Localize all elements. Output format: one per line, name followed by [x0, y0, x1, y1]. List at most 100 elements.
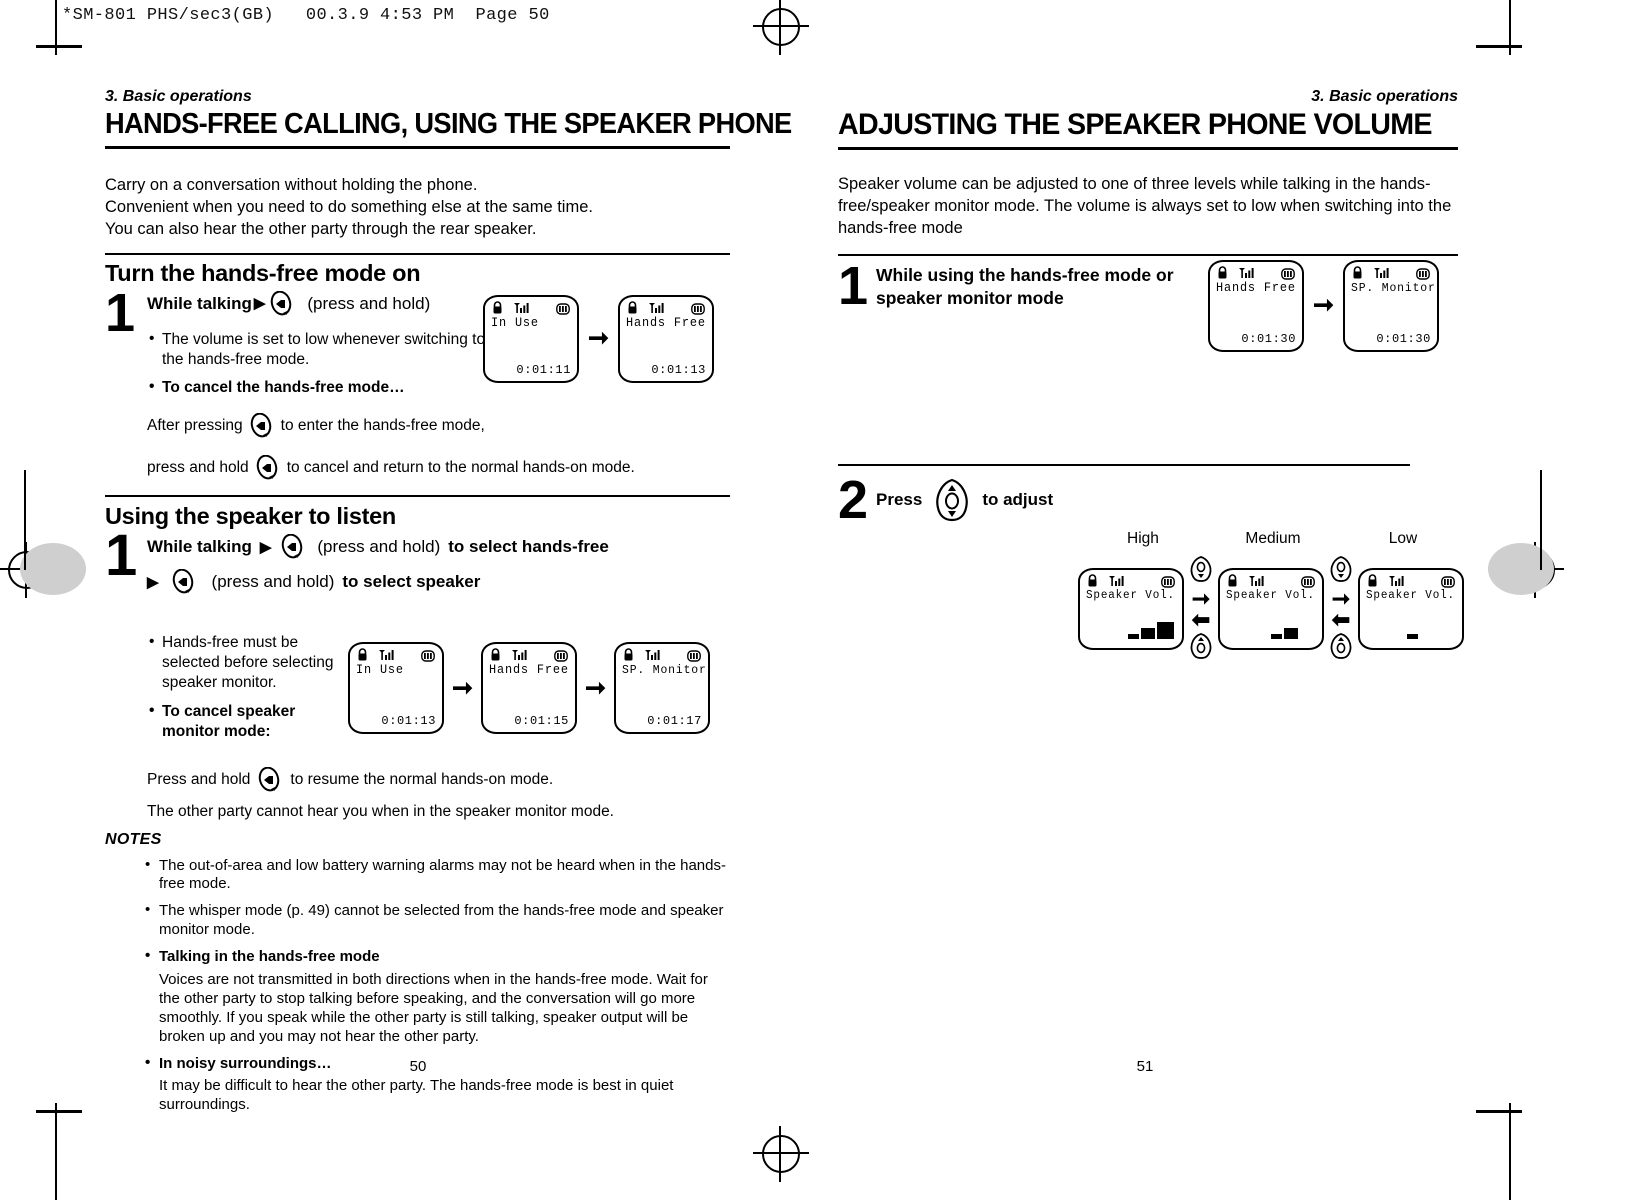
left-intro-line-3: You can also hear the other party throug… — [105, 219, 537, 238]
nav-key-down-icon — [1188, 633, 1214, 663]
arrow-right-icon: ➞ — [1313, 291, 1334, 320]
film-header-text: *SM-801 PHS/sec3(GB) 00.3.9 4:53 PM Page… — [62, 6, 550, 25]
page-tab-left — [20, 543, 86, 595]
nav-updown-arrows-2: ➞ ⬅ — [1328, 555, 1354, 663]
arrow-left-icon: ⬅ — [1331, 607, 1351, 633]
lcd-status-bar — [1086, 574, 1176, 589]
lock-icon — [1353, 266, 1362, 279]
right-title-rule — [838, 147, 1458, 150]
lcd-status-bar — [622, 648, 702, 662]
note-paragraph: It may be difficult to hear the other pa… — [159, 1077, 674, 1114]
lcd-status-bar — [356, 648, 436, 662]
arrow-left-icon: ⬅ — [1191, 607, 1211, 633]
right-step2-number: 2 — [838, 469, 869, 530]
lcd-mode-text: Speaker Vol. — [1086, 589, 1175, 603]
section1-bullet-2: To cancel the hands-free mode… — [147, 377, 497, 398]
lcd-mode-text: In Use — [356, 663, 404, 678]
right-page: 3. Basic operations ADJUSTING THE SPEAKE… — [838, 88, 1464, 659]
speaker-key-icon — [169, 568, 199, 595]
section1-cancel-line-a: After pressing to enter the hands-free m… — [147, 412, 730, 439]
section2-cancel-line: Press and hold to resume the normal hand… — [147, 767, 730, 793]
section1-step-number: 1 — [105, 282, 136, 343]
crop-mark-br-h — [1476, 1110, 1522, 1113]
nav-updown-arrows-1: ➞ ⬅ — [1188, 555, 1214, 663]
signal-icon — [649, 302, 665, 313]
section2-line2-end: to select speaker — [342, 572, 481, 592]
volume-label-low: Low — [1388, 529, 1418, 547]
lcd-status-bar — [489, 648, 569, 662]
signal-icon — [645, 650, 660, 661]
arrow-right-icon: ➞ — [1331, 585, 1351, 611]
right-intro-line-1: Speaker volume can be adjusted to one of… — [838, 175, 1431, 193]
registration-mark-top — [753, 0, 809, 55]
section1-press-hold-note: (press and hold) — [307, 293, 431, 313]
right-page-number: 51 — [1136, 1058, 1154, 1075]
section2-note-line: The other party cannot hear you when in … — [147, 803, 614, 821]
lcd-screen-volume: Speaker Vol. — [1358, 568, 1464, 651]
section2-cancel-start: Press and hold — [147, 771, 251, 789]
lcd-call-timer: 0:01:30 — [1241, 331, 1296, 346]
lcd-call-timer: 0:01:13 — [381, 714, 436, 729]
trim-line-right — [1509, 0, 1511, 55]
lcd-screen: Hands Free 0:01:15 — [480, 642, 577, 735]
note-paragraph: Voices are not transmitted in both direc… — [159, 971, 708, 1045]
lcd-mode-text: Speaker Vol. — [1366, 589, 1455, 603]
lcd-call-timer: 0:01:11 — [516, 362, 571, 377]
triangle-right-icon: ▶ — [147, 573, 159, 591]
right-intro-line-2: free/speaker monitor mode. The volume is… — [838, 196, 1452, 215]
signal-icon — [514, 302, 530, 313]
lcd-screen: In Use 0:01:13 — [348, 642, 444, 735]
lock-icon — [628, 301, 637, 314]
crop-mark-tl-h — [36, 45, 82, 48]
right-intro-rule — [838, 253, 1458, 256]
section1-cancel-line-a-end: to enter the hands-free mode, — [280, 417, 485, 435]
lcd-mode-text: In Use — [491, 315, 539, 330]
right-step1-number: 1 — [838, 255, 869, 316]
section2-line2-press-hold: (press and hold) — [211, 572, 335, 592]
speaker-key-icon — [278, 533, 308, 560]
section2-bullet-2: To cancel speaker monitor mode: — [147, 701, 335, 742]
lcd-call-timer: 0:01:30 — [1376, 331, 1431, 346]
left-title-rule — [105, 146, 730, 149]
left-intro: Carry on a conversation without holding … — [105, 175, 730, 241]
lcd-call-timer: 0:01:17 — [647, 714, 702, 729]
right-step-1: 1 While using the hands-free mode or spe… — [838, 255, 1458, 454]
speaker-key-icon — [267, 290, 297, 317]
right-intro-line-3: hands-free mode — [838, 218, 963, 237]
lcd-screen: SP. Monitor 0:01:17 — [613, 642, 710, 735]
lock-icon — [358, 648, 367, 661]
section1-screens: In Use 0:01:11 ➞ Hands Free 0:01:13 — [483, 294, 714, 383]
right-chapter-label: 3. Basic operations — [1311, 88, 1458, 105]
right-step2-label-press: Press — [876, 489, 923, 509]
left-intro-rule — [105, 252, 730, 255]
lock-icon — [1088, 574, 1097, 587]
section1-step-title-text: While talking — [147, 293, 252, 313]
trim-line-left — [55, 0, 57, 55]
lcd-mode-text: SP. Monitor — [621, 663, 707, 678]
notes-list: The out-of-area and low battery warning … — [105, 856, 730, 967]
lcd-screen: Hands Free 0:01:30 — [1208, 259, 1304, 352]
arrow-right-icon: ➞ — [584, 673, 606, 702]
section2-bullets: Hands-free must be selected before selec… — [147, 632, 335, 742]
volume-label-high: High — [1127, 529, 1159, 547]
lcd-mode-text: Speaker Vol. — [1226, 589, 1315, 603]
lcd-mode-text: SP. Monitor — [1350, 280, 1436, 295]
section2-screens: In Use 0:01:13 ➞ Hands Free 0:01:15 ➞ SP… — [348, 642, 710, 735]
center-line-right — [1540, 470, 1542, 570]
lcd-screen: SP. Monitor 0:01:30 — [1342, 259, 1439, 352]
trim-line-right-lower — [1509, 1103, 1511, 1200]
lcd-status-bar — [1351, 266, 1431, 280]
arrow-right-icon: ➞ — [452, 673, 473, 702]
speaker-key-icon — [255, 767, 285, 793]
right-step-2: 2 Press to adjust High Medium Low Speake… — [838, 469, 1464, 659]
triangle-right-icon: ▶ — [253, 295, 266, 313]
lock-icon — [491, 648, 500, 661]
page-tab-right — [1488, 543, 1554, 595]
section1-cancel-line-a-start: After pressing — [147, 417, 243, 435]
right-step1-screens: Hands Free 0:01:30 ➞ SP. Monitor 0:01:30 — [1208, 259, 1439, 352]
left-intro-line-1: Carry on a conversation without holding … — [105, 176, 478, 194]
section1-cancel-line-b-start: press and hold — [147, 459, 249, 477]
nav-key-icon — [932, 478, 972, 522]
lcd-screen: In Use 0:01:11 — [483, 294, 579, 383]
section2-line1-start: While talking — [147, 537, 252, 557]
